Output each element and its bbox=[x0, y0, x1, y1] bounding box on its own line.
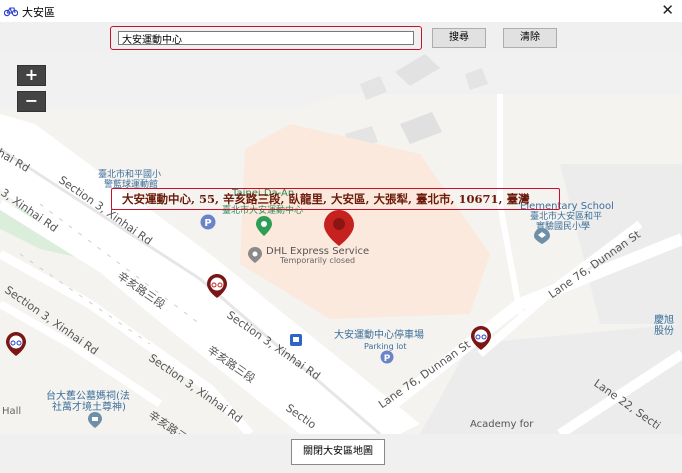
search-toolbar: 搜尋 清除 bbox=[0, 22, 682, 54]
green-place-icon bbox=[256, 216, 272, 236]
parking-icon: P bbox=[200, 214, 216, 230]
poi-label: Hall bbox=[2, 406, 22, 417]
close-window-button[interactable]: ✕ bbox=[661, 2, 674, 18]
address-highlight: 大安運動中心, 55, 辛亥路三段, 臥龍里, 大安區, 大張犁, 臺北市, 1… bbox=[111, 188, 560, 210]
school-icon bbox=[534, 228, 550, 244]
svg-text:P: P bbox=[384, 354, 391, 364]
poi-label: 臺北市大安區和平 bbox=[530, 212, 603, 222]
poi-label: Academy for bbox=[470, 419, 534, 430]
address-text: 大安運動中心, 55, 辛亥路三段, 臥龍里, 大安區, 大張犁, 臺北市, 1… bbox=[122, 192, 530, 206]
place-icon bbox=[248, 247, 262, 263]
poi-label: 台大舊公墓媽祠(法 bbox=[46, 391, 130, 402]
svg-text:P: P bbox=[204, 218, 211, 229]
temple-icon bbox=[88, 412, 102, 428]
map-pin-icon bbox=[324, 210, 354, 246]
bike-station-marker-icon bbox=[6, 332, 26, 356]
parking-icon: P bbox=[380, 350, 394, 364]
title-bar: 大安區 ✕ bbox=[0, 0, 682, 22]
bike-station-marker-icon bbox=[471, 326, 491, 350]
bike-station-marker-icon bbox=[207, 274, 227, 298]
poi-label: 大安運動中心停車場 bbox=[334, 330, 424, 341]
bicycle-icon bbox=[4, 7, 18, 17]
map-view[interactable]: + − hai Rd Section 3, Xinhai Rd 3, Xinha… bbox=[0, 54, 682, 434]
bus-stop-icon bbox=[290, 334, 302, 346]
search-button[interactable]: 搜尋 bbox=[432, 28, 486, 48]
zoom-out-button[interactable]: − bbox=[17, 91, 46, 112]
close-map-button[interactable]: 關閉大安區地圖 bbox=[291, 439, 385, 465]
poi-label: 慶旭 bbox=[654, 315, 674, 326]
search-highlight bbox=[110, 26, 422, 50]
poi-status: Temporarily closed bbox=[280, 256, 356, 265]
window-title: 大安區 bbox=[22, 6, 55, 19]
poi-label: 臺北市和平國小 bbox=[98, 170, 162, 180]
search-input[interactable] bbox=[118, 31, 414, 45]
zoom-in-button[interactable]: + bbox=[17, 65, 46, 86]
clear-button[interactable]: 清除 bbox=[503, 28, 557, 48]
poi-label: 股份 bbox=[654, 326, 674, 337]
